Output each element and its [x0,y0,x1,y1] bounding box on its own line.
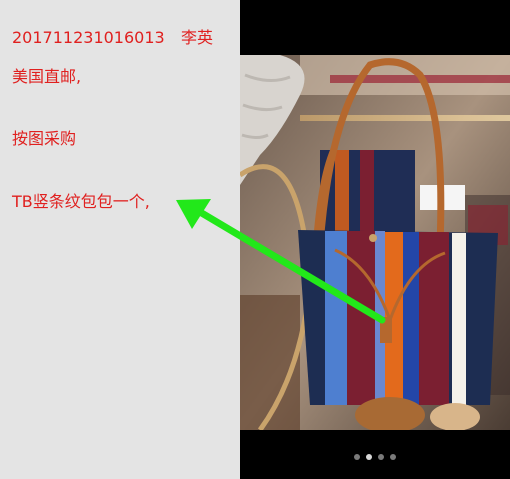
green-arrow-annotation [176,199,386,324]
